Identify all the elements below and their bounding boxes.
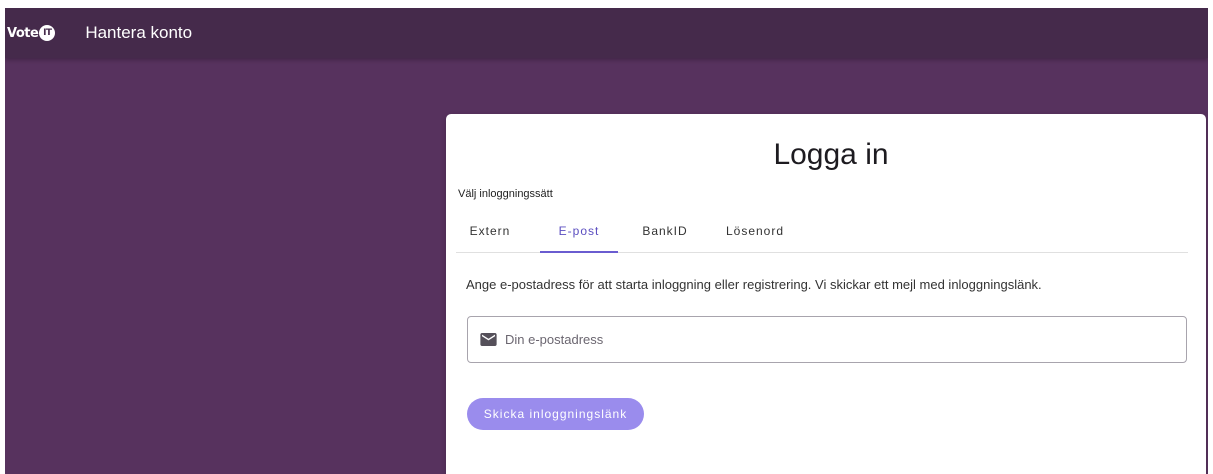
login-card: Logga in Välj inloggningssätt Extern E-p… [446,114,1206,474]
send-login-link-button[interactable]: Skicka inloggningslänk [467,398,644,430]
tab-extern[interactable]: Extern [456,213,524,252]
login-title: Logga in [773,138,889,171]
tab-losenord[interactable]: Lösenord [714,213,796,252]
page-title: Hantera konto [85,23,193,42]
logo-badge: IT [39,25,56,41]
login-instructions: Ange e-postadress för att starta inloggn… [466,277,1042,292]
email-input[interactable] [503,331,1107,348]
logo-text: Vote [7,25,39,41]
tab-e-post[interactable]: E-post [540,213,618,253]
tab-label: Extern [469,224,511,238]
right-margin [1208,0,1213,474]
tab-label: Lösenord [725,224,785,238]
app-window: Vote IT Hantera konto Logga in Välj inlo… [5,8,1208,474]
voteit-logo[interactable]: Vote IT [7,25,56,41]
login-method-label: Välj inloggningssätt [458,188,553,200]
top-toolbar: Vote IT Hantera konto [5,8,1208,58]
top-margin [0,0,1213,8]
tab-label: E-post [558,224,600,238]
tab-bankid[interactable]: BankID [630,213,700,252]
email-field[interactable] [467,316,1187,363]
mail-icon [480,333,497,346]
active-tab-indicator [540,251,618,253]
tab-label: BankID [642,224,688,238]
login-method-tabs: Extern E-post BankID Lösenord [456,213,1188,253]
